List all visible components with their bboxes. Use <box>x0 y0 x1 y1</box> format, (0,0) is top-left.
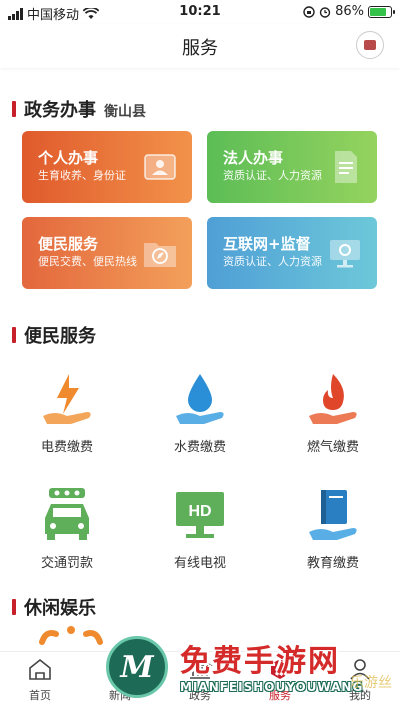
service-label: 有线电视 <box>173 556 226 571</box>
card-title: 互联网+监督 <box>223 235 311 253</box>
service-label: 燃气缴费 <box>306 440 359 455</box>
gov-icon <box>187 658 213 679</box>
tab-gov[interactable]: 政务 <box>160 656 240 703</box>
tab-label: 首页 <box>29 689 51 702</box>
region-selector[interactable]: 衡山县 <box>104 101 146 121</box>
rotation-lock-icon <box>303 5 315 18</box>
home-icon <box>29 658 51 680</box>
tab-label: 我的 <box>349 689 371 702</box>
card-desc: 生育收养、身份证 <box>38 169 126 182</box>
service-label: 水费缴费 <box>173 440 226 455</box>
card-personal-affairs[interactable]: 个人办事 生育收养、身份证 <box>22 131 192 203</box>
tab-label: 新闻 <box>109 689 131 702</box>
battery-percent: 86% <box>335 4 364 19</box>
tab-service[interactable]: 服务 <box>240 656 320 703</box>
service-traffic-fine[interactable]: 交通罚款 <box>12 486 122 571</box>
section-bar <box>12 327 16 343</box>
card-legal-affairs[interactable]: 法人办事 资质认证、人力资源 <box>207 131 377 203</box>
tab-profile[interactable]: 我的 <box>320 656 400 703</box>
section-bar <box>12 599 16 615</box>
service-electricity[interactable]: 电费缴费 <box>12 370 122 455</box>
service-cable-tv[interactable]: HD 有线电视 <box>145 486 255 571</box>
service-education[interactable]: 教育缴费 <box>278 486 388 571</box>
card-title: 法人办事 <box>223 149 284 167</box>
app-header: 服务 <box>0 24 400 68</box>
avatar-image <box>364 40 376 50</box>
service-label: 电费缴费 <box>40 440 93 455</box>
gov-section-header: 政务办事 衡山县 <box>12 96 146 122</box>
car-icon <box>45 488 89 540</box>
status-bar: 中国移动 10:21 86% <box>0 0 400 24</box>
news-icon <box>109 659 131 679</box>
profile-icon <box>350 659 370 680</box>
card-desc: 资质认证、人力资源 <box>223 169 322 182</box>
tab-home[interactable]: 首页 <box>0 656 80 703</box>
tab-label: 政务 <box>189 689 211 702</box>
card-convenience[interactable]: 便民服务 便民交费、便民热线 <box>22 217 192 289</box>
book-hand-icon <box>309 490 357 540</box>
convenience-section-header: 便民服务 <box>12 322 96 348</box>
avatar[interactable] <box>356 31 384 59</box>
status-right: 86% <box>303 4 395 19</box>
folder-compass-icon <box>144 243 176 267</box>
leisure-section-header: 休闲娱乐 <box>12 594 96 620</box>
bottom-tab-bar: 首页 新闻 政务 服务 我的 <box>0 651 400 711</box>
lightning-hand-icon <box>43 374 91 424</box>
flame-hand-icon <box>309 374 357 424</box>
service-water[interactable]: 水费缴费 <box>145 370 255 455</box>
leisure-section-title: 休闲娱乐 <box>24 598 96 619</box>
page-title: 服务 <box>182 38 218 59</box>
convenience-section-title: 便民服务 <box>24 326 96 347</box>
service-label: 教育缴费 <box>306 556 359 571</box>
section-bar <box>12 101 16 117</box>
service-label: 交通罚款 <box>40 556 93 571</box>
leisure-item-icon[interactable] <box>36 620 106 650</box>
card-internet-supervision[interactable]: 互联网+监督 资质认证、人力资源 <box>207 217 377 289</box>
card-title: 个人办事 <box>38 149 99 167</box>
gov-section-title: 政务办事 <box>24 100 96 121</box>
battery-fill <box>370 7 387 16</box>
tab-label: 服务 <box>269 689 291 702</box>
card-desc: 资质认证、人力资源 <box>223 255 322 268</box>
hd-tv-icon: HD <box>176 492 224 538</box>
battery-icon <box>368 5 395 18</box>
monitor-icon <box>330 240 360 268</box>
id-card-icon <box>144 154 176 180</box>
service-icon <box>271 659 289 679</box>
alarm-icon <box>319 6 331 18</box>
tab-news[interactable]: 新闻 <box>80 656 160 703</box>
svg-text:HD: HD <box>188 503 211 520</box>
card-title: 便民服务 <box>38 235 99 253</box>
card-desc: 便民交费、便民热线 <box>38 255 137 268</box>
service-gas[interactable]: 燃气缴费 <box>278 370 388 455</box>
document-icon <box>335 151 357 183</box>
water-drop-hand-icon <box>176 374 224 424</box>
